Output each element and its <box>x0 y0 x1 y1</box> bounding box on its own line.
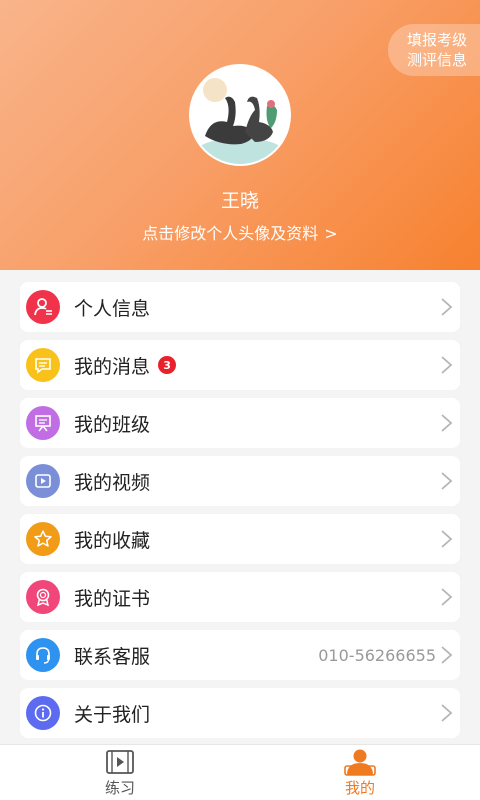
info-icon <box>26 696 60 730</box>
menu-item-label: 联系客服 <box>74 645 151 668</box>
tab-label: 练习 <box>104 779 135 797</box>
practice-video-icon <box>105 747 135 777</box>
person-icon <box>26 290 60 324</box>
star-icon <box>26 522 60 556</box>
chevron-right-icon <box>441 646 453 664</box>
video-icon <box>26 464 60 498</box>
chevron-right-icon <box>441 704 453 722</box>
tab-mine[interactable]: 我的 <box>240 745 480 800</box>
menu-item-label: 我的收藏 <box>74 529 151 552</box>
menu-item-label: 个人信息 <box>74 297 151 320</box>
edit-profile-text: 点击修改个人头像及资料 <box>142 224 319 243</box>
menu-item-contact-support[interactable]: 联系客服 010-56266655 <box>20 630 460 680</box>
menu-list: 个人信息 我的消息 3 我的班级 我的视频 我的收藏 我的证书 联系客服 010… <box>20 282 460 746</box>
menu-item-label: 我的视频 <box>74 471 151 494</box>
profile-icon <box>343 747 377 777</box>
menu-item-personal-info[interactable]: 个人信息 <box>20 282 460 332</box>
chevron-right-icon <box>441 356 453 374</box>
message-icon <box>26 348 60 382</box>
menu-item-my-videos[interactable]: 我的视频 <box>20 456 460 506</box>
menu-item-my-messages[interactable]: 我的消息 3 <box>20 340 460 390</box>
avatar[interactable] <box>189 64 291 166</box>
edit-profile-link[interactable]: 点击修改个人头像及资料 > <box>0 220 480 244</box>
headset-icon <box>26 638 60 672</box>
menu-item-my-favorites[interactable]: 我的收藏 <box>20 514 460 564</box>
tab-practice[interactable]: 练习 <box>0 745 240 800</box>
tab-label: 我的 <box>344 779 375 797</box>
assessment-info-line2: 测评信息 <box>406 51 467 69</box>
assessment-info-line1: 填报考级 <box>406 31 467 49</box>
chevron-right-icon <box>441 298 453 316</box>
assessment-info-button[interactable]: 填报考级 测评信息 <box>388 24 480 76</box>
certificate-icon <box>26 580 60 614</box>
menu-item-label: 我的班级 <box>74 413 151 436</box>
chevron-right-icon <box>441 472 453 490</box>
support-phone-number[interactable]: 010-56266655 <box>318 646 436 665</box>
menu-item-about-us[interactable]: 关于我们 <box>20 688 460 738</box>
menu-item-label: 我的消息 <box>74 355 151 378</box>
menu-item-label: 关于我们 <box>74 703 151 726</box>
menu-item-my-certificates[interactable]: 我的证书 <box>20 572 460 622</box>
class-board-icon <box>26 406 60 440</box>
chevron-right-icon <box>441 414 453 432</box>
unread-count-badge: 3 <box>158 356 177 374</box>
swan-avatar-image <box>191 66 289 164</box>
bottom-tab-bar: 练习 我的 <box>0 744 480 800</box>
menu-item-label: 我的证书 <box>74 587 151 610</box>
profile-header: 填报考级 测评信息 王晓 点击修改个人头像及资料 > <box>0 0 480 270</box>
menu-item-my-class[interactable]: 我的班级 <box>20 398 460 448</box>
username: 王晓 <box>220 190 259 212</box>
chevron-right-icon: > <box>324 224 338 243</box>
chevron-right-icon <box>441 588 453 606</box>
chevron-right-icon <box>441 530 453 548</box>
